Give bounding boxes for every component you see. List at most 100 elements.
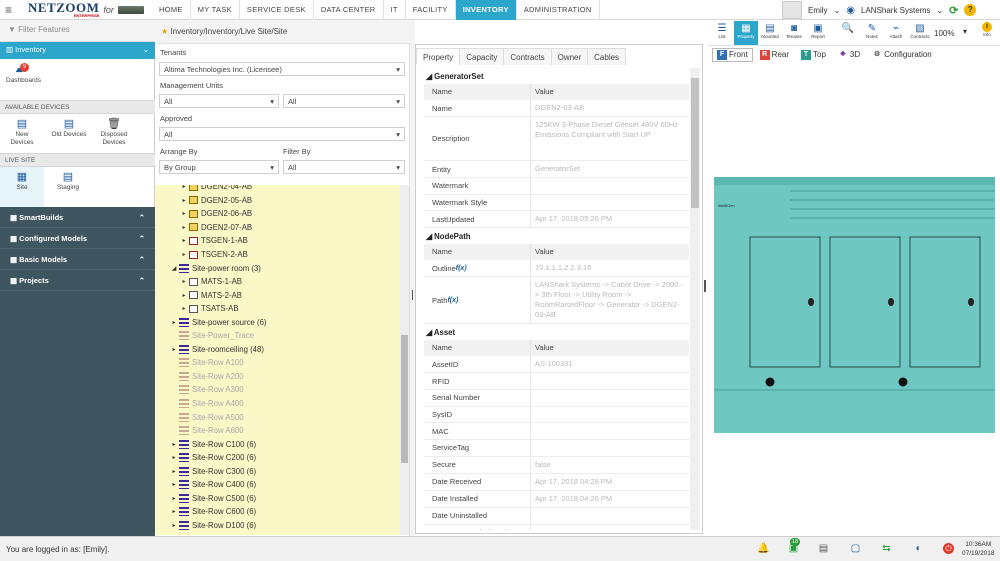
sidebar-item-basic-models[interactable]: ▦ Basic Models ⌃: [0, 249, 155, 270]
property-row[interactable]: Watermark: [424, 178, 689, 195]
chevron-down-icon[interactable]: ⌄: [834, 6, 841, 15]
nav-tab-my-task[interactable]: MY TASK: [191, 0, 240, 20]
tree-node[interactable]: ▸ MATS-2-AB: [155, 288, 400, 302]
property-value[interactable]: false: [531, 457, 689, 473]
sidebar-item-configured-models[interactable]: ▦ Configured Models ⌃: [0, 228, 155, 249]
property-row[interactable]: Path f(x) LANShark Systems -> Cabot Drive…: [424, 277, 689, 325]
info-button[interactable]: i Info: [976, 20, 998, 44]
nav-tab-data-center[interactable]: DATA CENTER: [314, 0, 384, 20]
expand-arrow-icon[interactable]: ▸: [179, 185, 189, 190]
expand-arrow-icon[interactable]: ▸: [169, 508, 179, 515]
tree-node[interactable]: ▸ Site-Row C600 (6): [155, 505, 400, 519]
approved-select[interactable]: All ▾: [159, 127, 405, 141]
property-row[interactable]: Watermark Style: [424, 194, 689, 212]
property-section-header[interactable]: ◢ Asset: [424, 324, 689, 340]
tree-node[interactable]: ▸ TSGEN-2-AB: [155, 248, 400, 262]
caret-down-icon[interactable]: ▾: [963, 27, 967, 36]
tree-node[interactable]: ▸ MATS-1-AB: [155, 275, 400, 289]
nav-tab-facility[interactable]: FACILITY: [406, 0, 456, 20]
chevron-down-icon[interactable]: ⌄: [936, 6, 943, 15]
expand-arrow-icon[interactable]: ▸: [179, 224, 189, 231]
view-tab-rear[interactable]: R Rear: [755, 48, 794, 62]
sidebar-item-smartbuilds[interactable]: ▦ SmartBuilds ⌃: [0, 207, 155, 228]
tree-node[interactable]: Site-Row A100: [155, 356, 400, 370]
filter-features-input[interactable]: ▼ Filter Features: [0, 20, 155, 42]
property-value[interactable]: [531, 525, 689, 531]
tab-capacity[interactable]: Capacity: [459, 48, 505, 65]
property-row[interactable]: Date Uninstalled: [424, 507, 689, 525]
property-section-header[interactable]: ◢ GeneratorSet: [424, 68, 689, 84]
view-tab-front[interactable]: F Front: [712, 48, 753, 62]
property-row[interactable]: Description 125KW 3-Phase Diesel Genset 4…: [424, 117, 689, 161]
property-value[interactable]: Apr 17, 2018 05:26 PM: [531, 211, 689, 227]
tree-node[interactable]: Site-Row A500: [155, 410, 400, 424]
staging-tile[interactable]: ▤ Staging: [52, 171, 84, 192]
tenants-button[interactable]: ◙ Tenants: [782, 21, 806, 45]
expand-arrow-icon[interactable]: ▸: [179, 237, 189, 244]
property-value[interactable]: [531, 440, 689, 456]
tree-node[interactable]: ▸ DGEN2-04-AB: [155, 185, 400, 194]
nav-tab-administration[interactable]: ADMINISTRATION: [517, 0, 600, 20]
zoom-level[interactable]: 100%: [934, 29, 954, 38]
collapse-arrow-icon[interactable]: ◢: [426, 232, 434, 241]
property-row[interactable]: LastUpdated Apr 17, 2018 05:26 PM: [424, 211, 689, 229]
tree-node[interactable]: ▸ TSGEN-1-AB: [155, 234, 400, 248]
old-devices-tile[interactable]: ▤ Old Devices: [50, 118, 88, 139]
property-row[interactable]: ServiceTag: [424, 440, 689, 457]
disposed-devices-tile[interactable]: 🗑 Disposed Devices: [98, 118, 130, 147]
expand-arrow-icon[interactable]: ▸: [169, 346, 179, 353]
property-value[interactable]: 125KW 3-Phase Diesel Genset 480V 60Hz Em…: [531, 117, 689, 160]
tree-node[interactable]: ▸ Site-Row C200 (6): [155, 451, 400, 465]
power-icon[interactable]: ⏻: [943, 543, 954, 554]
view-tab-top[interactable]: T Top: [796, 48, 831, 62]
new-devices-tile[interactable]: ▤ New Devices: [6, 118, 38, 147]
arrange-by-select[interactable]: By Group ▾: [159, 160, 279, 174]
property-value[interactable]: [531, 195, 689, 211]
filter-by-select[interactable]: All ▾: [283, 160, 405, 174]
search-button[interactable]: 🔍: [836, 21, 860, 45]
expand-arrow-icon[interactable]: ▸: [179, 305, 189, 312]
splitter-handle[interactable]: [704, 280, 706, 292]
expand-arrow-icon[interactable]: ▸: [179, 251, 189, 258]
property-row[interactable]: Entity GeneratorSet: [424, 161, 689, 178]
mounted-button[interactable]: ▤ Mounted: [758, 21, 782, 45]
property-value[interactable]: AS-100331: [531, 356, 689, 372]
monitor-icon[interactable]: ▢: [850, 543, 861, 554]
function-icon[interactable]: f(x): [447, 297, 458, 304]
property-value[interactable]: LANShark Systems -> Cabot Drive -> 2000 …: [531, 277, 689, 323]
star-icon[interactable]: ★: [161, 27, 168, 36]
expand-arrow-icon[interactable]: ▸: [179, 210, 189, 217]
report-button[interactable]: ▣ Report: [806, 21, 830, 45]
function-icon[interactable]: f(x): [456, 265, 467, 272]
sidebar-item-inventory[interactable]: ▥ Inventory ⌄: [0, 42, 155, 59]
expand-arrow-icon[interactable]: ▸: [179, 197, 189, 204]
contracts-button[interactable]: ▧ Contracts: [908, 21, 932, 45]
nav-tab-inventory[interactable]: INVENTORY: [455, 0, 517, 20]
property-row[interactable]: AssetID AS-100331: [424, 356, 689, 374]
expand-arrow-icon[interactable]: ▸: [169, 319, 179, 326]
app-logo[interactable]: NETZOOM ENTERPRISE for: [28, 1, 144, 19]
attach-button[interactable]: ⌁ Attach: [884, 21, 908, 45]
expand-arrow-icon[interactable]: ▸: [179, 292, 189, 299]
hamburger-icon[interactable]: ≡: [5, 3, 12, 17]
tree-node[interactable]: ▸ Site-power source (6): [155, 315, 400, 329]
tree-scrollbar-thumb[interactable]: [401, 335, 408, 463]
collapse-arrow-icon[interactable]: ◢: [426, 72, 434, 81]
mouse-icon[interactable]: ◖: [912, 543, 923, 554]
property-row[interactable]: Date Installed Apr 17, 2018 04:26 PM: [424, 490, 689, 508]
sync-icon[interactable]: ⇆: [881, 543, 892, 554]
expand-arrow-icon[interactable]: ▸: [169, 495, 179, 502]
property-row[interactable]: Name DGEN2-03-AB: [424, 100, 689, 117]
property-row[interactable]: RFID: [424, 373, 689, 391]
expand-arrow-icon[interactable]: ▸: [179, 278, 189, 285]
collapse-arrow-icon[interactable]: ◢: [426, 328, 434, 337]
property-value[interactable]: [531, 373, 689, 389]
chat-icon[interactable]: ▣ 18: [788, 538, 801, 554]
tree-node[interactable]: ◢ Site-power room (3): [155, 261, 400, 275]
tree-node[interactable]: Site-Row A200: [155, 370, 400, 384]
tree-node[interactable]: ▸ Site-Row C300 (6): [155, 464, 400, 478]
property-section-header[interactable]: ◢ NodePath: [424, 228, 689, 244]
property-button[interactable]: ▦ Property: [734, 20, 758, 45]
expand-arrow-icon[interactable]: ▸: [169, 522, 179, 529]
nav-tab-service-desk[interactable]: SERVICE DESK: [240, 0, 314, 20]
